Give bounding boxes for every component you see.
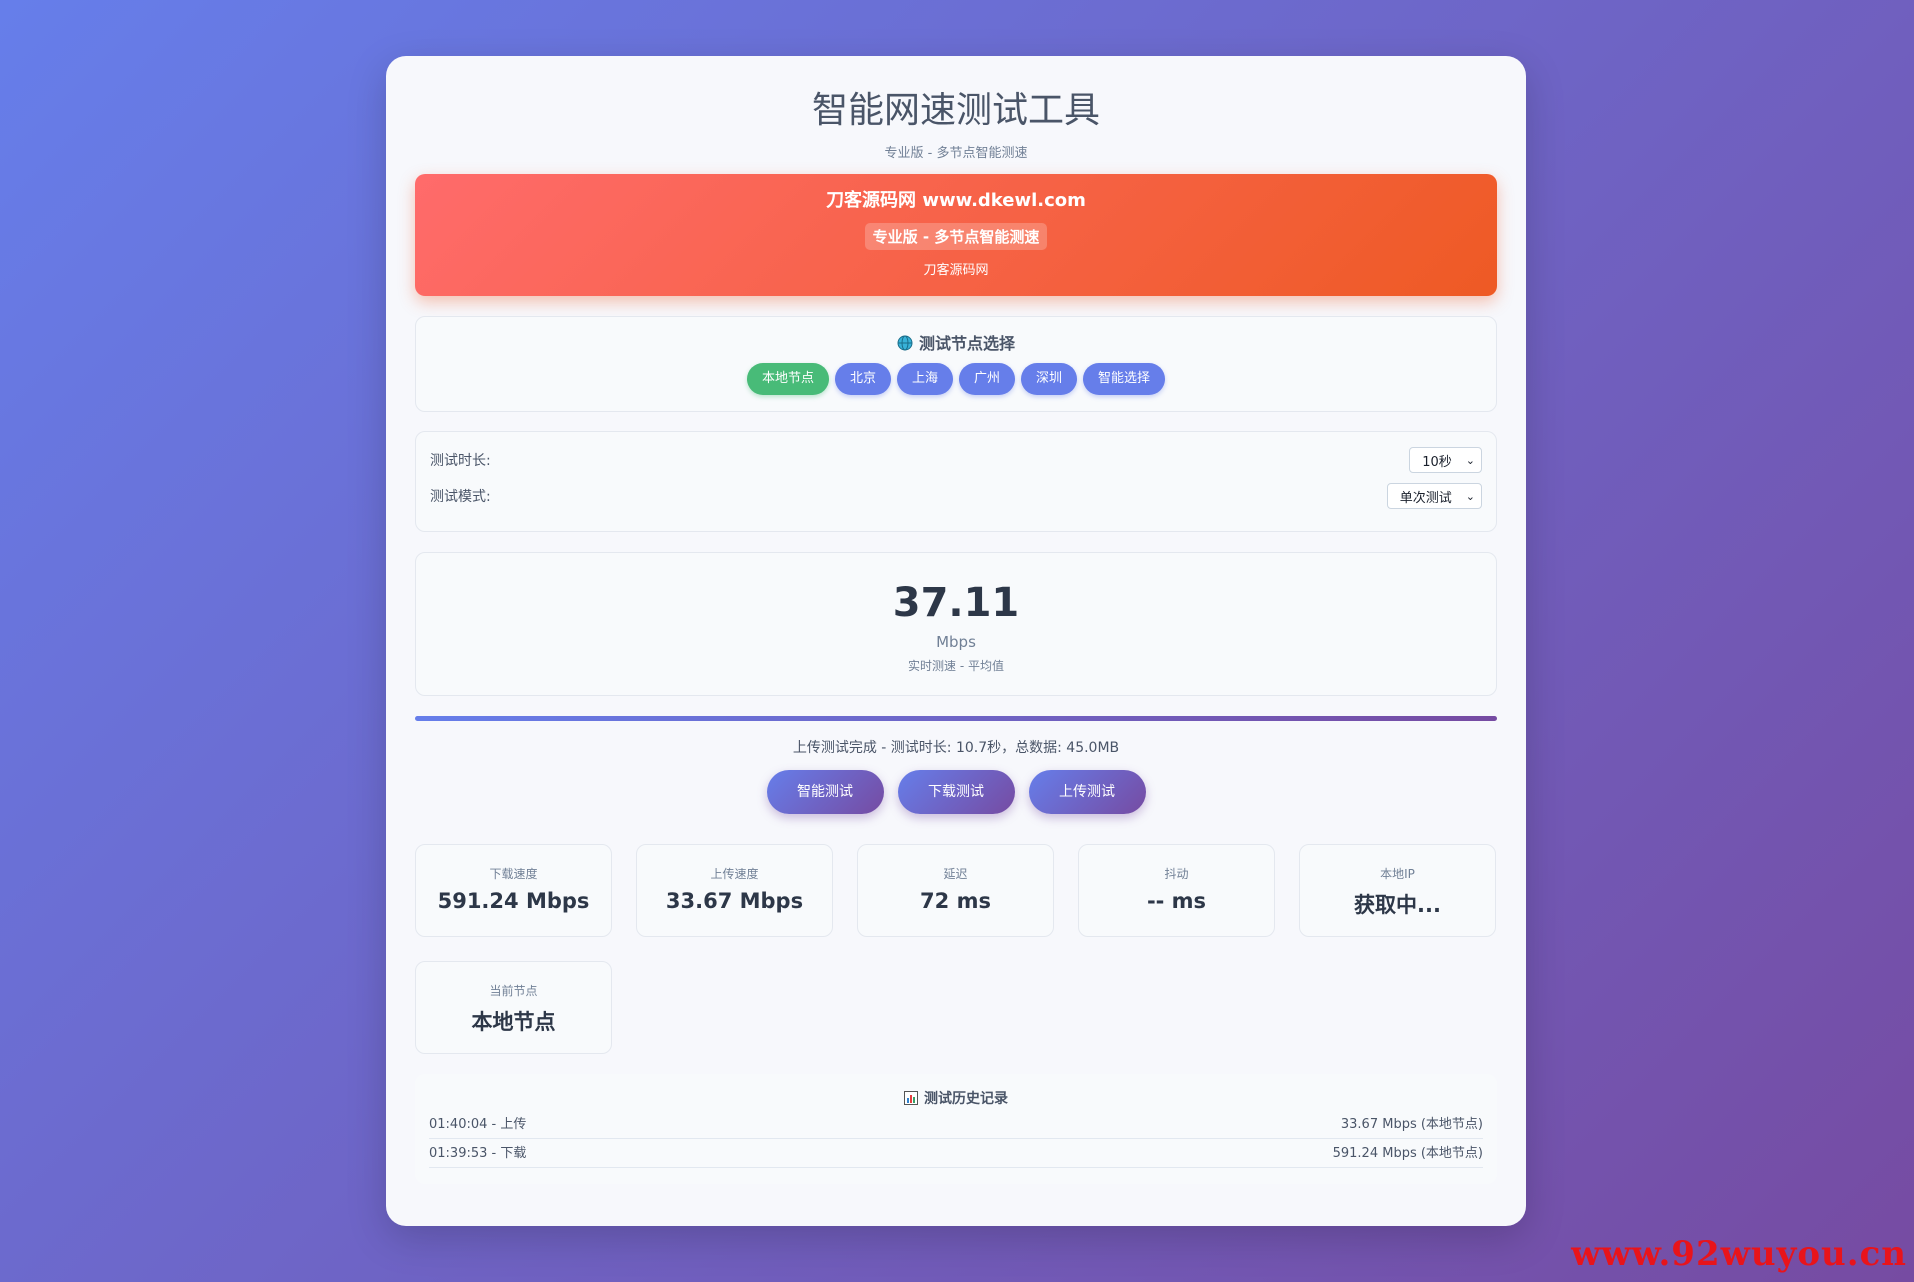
stat-value: -- ms: [1146, 889, 1207, 913]
globe-icon: [897, 335, 913, 357]
node-selector-title: 测试节点选择: [918, 334, 1015, 353]
mode-select[interactable]: 单次测试 ⌄: [1386, 483, 1482, 509]
chevron-down-icon: ⌄: [1465, 489, 1475, 503]
test-history: 测试历史记录 01:40:04 - 上传 33.67 Mbps (本地节点) 0…: [415, 1074, 1497, 1184]
stat-label: 本地IP: [1380, 867, 1415, 881]
action-buttons: 智能测试 下载测试 上传测试: [415, 770, 1497, 814]
stat-jitter: 抖动 -- ms: [1078, 844, 1275, 937]
speed-note: 实时测速 - 平均值: [908, 659, 1004, 673]
node-selector: 测试节点选择 本地节点 北京 上海 广州 深圳 智能选择: [415, 316, 1497, 412]
chevron-down-icon: ⌄: [1465, 453, 1475, 467]
stats-grid: 下载速度 591.24 Mbps 上传速度 33.67 Mbps 延迟 72 m…: [415, 844, 1497, 1054]
banner-note: 刀客源码网: [923, 263, 989, 278]
speed-unit: Mbps: [936, 633, 976, 651]
speed-test-card: 智能网速测试工具 专业版 - 多节点智能测速 刀客源码网 www.dkewl.c…: [386, 56, 1526, 1226]
mode-setting: 测试模式: 单次测试 ⌄: [430, 483, 1482, 509]
test-settings: 测试时长: 10秒 ⌄ 测试模式: 单次测试 ⌄: [415, 431, 1497, 532]
duration-select[interactable]: 10秒 ⌄: [1409, 447, 1482, 473]
history-result: 591.24 Mbps (本地节点): [1332, 1146, 1483, 1161]
node-button-beijing[interactable]: 北京: [834, 363, 891, 395]
stat-value: 本地节点: [471, 1010, 556, 1034]
history-row: 01:39:53 - 下载 591.24 Mbps (本地节点): [429, 1139, 1483, 1168]
stat-value: 591.24 Mbps: [437, 889, 590, 913]
banner-badge: 专业版 - 多节点智能测速: [864, 223, 1048, 250]
node-button-local[interactable]: 本地节点: [746, 363, 829, 395]
speed-display: 37.11 Mbps 实时测速 - 平均值: [415, 552, 1497, 696]
node-button-row: 本地节点 北京 上海 广州 深圳 智能选择: [416, 363, 1496, 395]
promo-banner: 刀客源码网 www.dkewl.com 专业版 - 多节点智能测速 刀客源码网: [415, 174, 1497, 296]
mode-select-value: 单次测试: [1399, 490, 1452, 506]
mode-label: 测试模式:: [430, 489, 491, 505]
progress-bar: [415, 716, 1497, 721]
page-subtitle: 专业版 - 多节点智能测速: [884, 146, 1028, 161]
duration-select-value: 10秒: [1422, 454, 1452, 470]
stat-label: 当前节点: [489, 984, 538, 998]
history-time-type: 01:40:04 - 上传: [429, 1117, 527, 1132]
stat-label: 延迟: [943, 867, 968, 881]
stat-label: 下载速度: [489, 867, 538, 881]
stat-value: 72 ms: [920, 889, 991, 913]
history-title: 测试历史记录: [924, 1091, 1008, 1107]
banner-title: 刀客源码网 www.dkewl.com: [826, 190, 1086, 211]
stat-value: 33.67 Mbps: [665, 889, 804, 913]
history-result: 33.67 Mbps (本地节点): [1340, 1117, 1483, 1132]
progress-fill: [415, 716, 1497, 721]
download-test-button[interactable]: 下载测试: [897, 770, 1015, 814]
stat-download: 下载速度 591.24 Mbps: [415, 844, 612, 937]
node-button-smart[interactable]: 智能选择: [1083, 363, 1166, 395]
stat-local-ip: 本地IP 获取中...: [1299, 844, 1496, 937]
stat-label: 上传速度: [710, 867, 759, 881]
node-button-guangzhou[interactable]: 广州: [959, 363, 1016, 395]
stat-label: 抖动: [1164, 867, 1189, 881]
bar-chart-icon: [904, 1090, 918, 1112]
node-selector-heading: 测试节点选择: [416, 333, 1496, 355]
history-time-type: 01:39:53 - 下载: [429, 1146, 527, 1161]
duration-label: 测试时长:: [430, 453, 491, 469]
status-text: 上传测试完成 - 测试时长: 10.7秒，总数据: 45.0MB: [792, 740, 1120, 756]
stat-latency: 延迟 72 ms: [857, 844, 1054, 937]
stat-current-node: 当前节点 本地节点: [415, 961, 612, 1054]
stat-upload: 上传速度 33.67 Mbps: [636, 844, 833, 937]
upload-test-button[interactable]: 上传测试: [1028, 770, 1146, 814]
node-button-shenzhen[interactable]: 深圳: [1021, 363, 1078, 395]
history-row: 01:40:04 - 上传 33.67 Mbps (本地节点): [429, 1110, 1483, 1139]
site-watermark: www.92wuyou.cn: [1571, 1234, 1907, 1274]
duration-setting: 测试时长: 10秒 ⌄: [430, 447, 1482, 473]
smart-test-button[interactable]: 智能测试: [766, 770, 884, 814]
node-button-shanghai[interactable]: 上海: [896, 363, 953, 395]
stat-value: 获取中...: [1354, 893, 1441, 917]
page-title: 智能网速测试工具: [811, 90, 1100, 131]
speed-value: 37.11: [892, 580, 1020, 626]
history-heading: 测试历史记录: [429, 1088, 1483, 1110]
